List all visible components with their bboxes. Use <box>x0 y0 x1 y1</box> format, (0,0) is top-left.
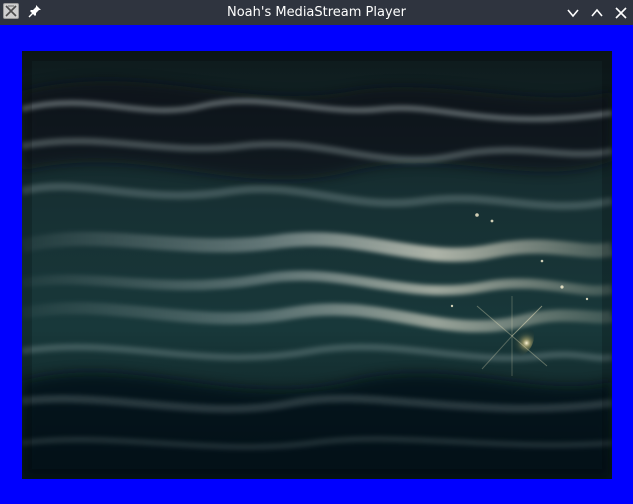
close-button[interactable] <box>612 4 630 22</box>
chevron-up-icon <box>591 8 603 17</box>
water-surface-image <box>22 51 612 479</box>
close-icon <box>615 6 627 19</box>
video-frame[interactable] <box>22 51 612 479</box>
pin-icon[interactable] <box>28 4 42 18</box>
maximize-button[interactable] <box>588 4 606 22</box>
title-bar[interactable]: Noah's MediaStream Player <box>0 0 633 25</box>
window-controls <box>564 0 630 25</box>
window-title: Noah's MediaStream Player <box>226 5 407 20</box>
video-viewport[interactable] <box>0 25 633 504</box>
minimize-button[interactable] <box>564 4 582 22</box>
player-window: Noah's MediaStream Player <box>0 0 633 504</box>
app-icon[interactable] <box>3 3 19 19</box>
chevron-down-icon <box>567 8 579 17</box>
